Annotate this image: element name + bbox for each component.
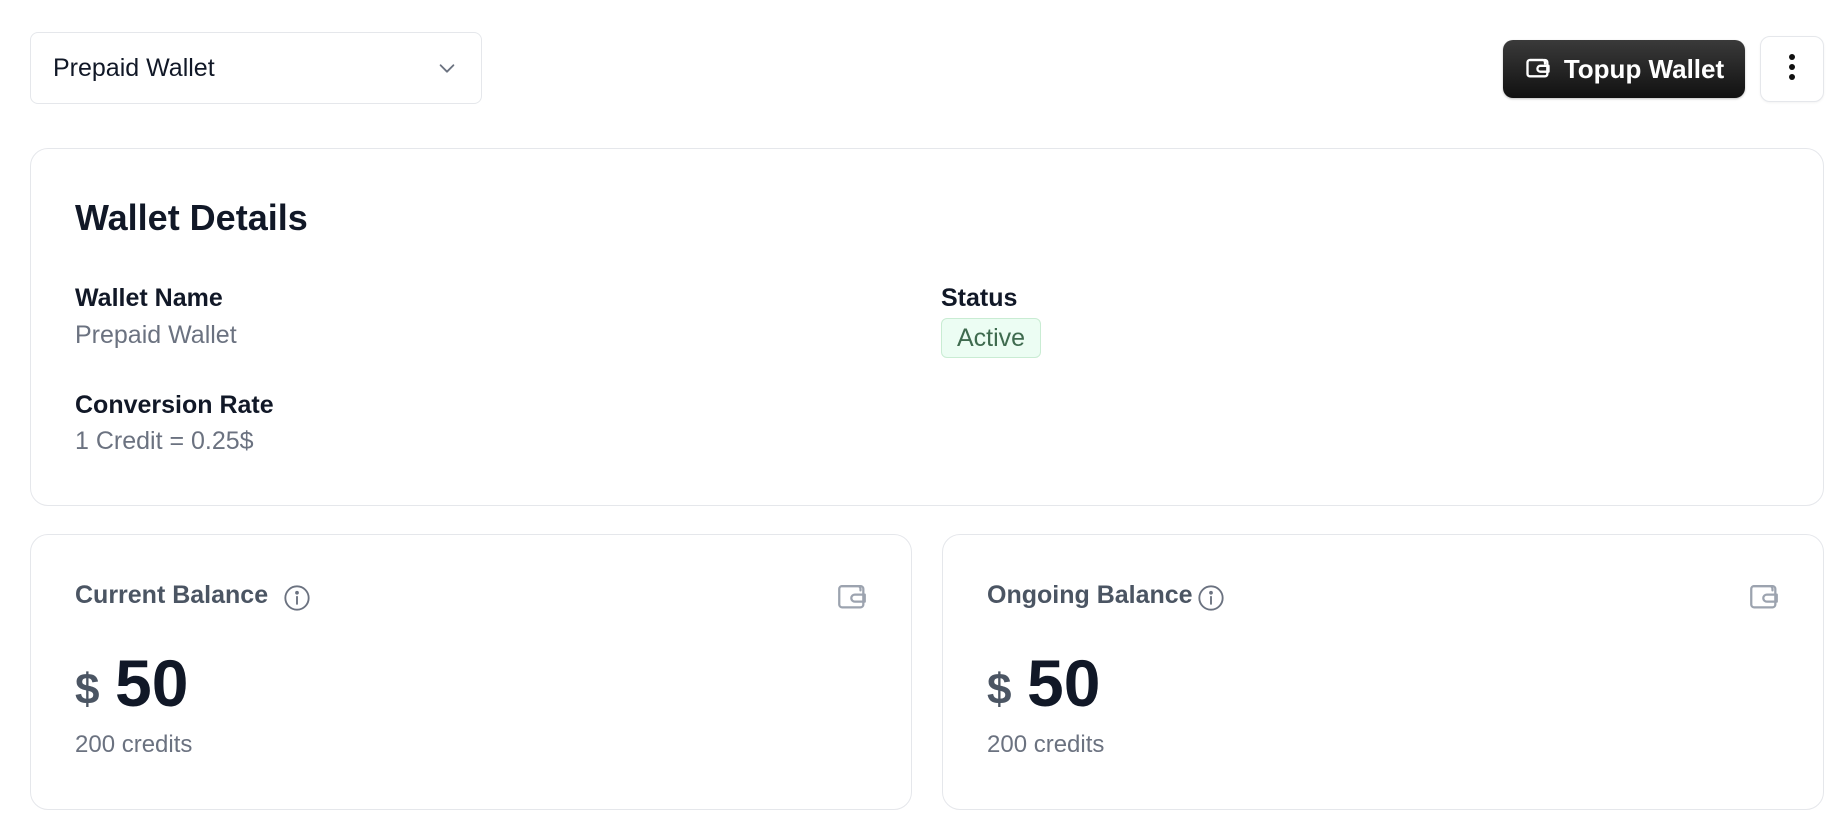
wallet-icon bbox=[1524, 53, 1552, 86]
more-options-button[interactable] bbox=[1760, 36, 1824, 102]
wallet-select-value: Prepaid Wallet bbox=[53, 53, 215, 82]
current-balance-credits: 200 credits bbox=[75, 731, 193, 758]
ongoing-balance-card: Ongoing Balance $ 50 200 credits bbox=[942, 534, 1824, 810]
currency-symbol: $ bbox=[987, 665, 1012, 714]
wallet-select-dropdown[interactable]: Prepaid Wallet bbox=[30, 32, 482, 104]
topup-wallet-label: Topup Wallet bbox=[1563, 53, 1725, 84]
wallet-name-label: Wallet Name bbox=[75, 284, 223, 312]
ongoing-balance-credits: 200 credits bbox=[987, 731, 1105, 758]
more-vertical-icon bbox=[1788, 53, 1796, 86]
current-balance-title: Current Balance bbox=[75, 581, 269, 609]
conversion-rate-value: 1 Credit = 0.25$ bbox=[75, 427, 254, 455]
wallet-name-value: Prepaid Wallet bbox=[75, 321, 237, 349]
ongoing-balance-title: Ongoing Balance bbox=[987, 581, 1193, 609]
status-badge: Active bbox=[941, 318, 1042, 358]
current-balance-card: Current Balance $ 50 200 credits bbox=[30, 534, 912, 810]
topup-wallet-button[interactable]: Topup Wallet bbox=[1503, 40, 1745, 98]
info-icon[interactable] bbox=[1197, 584, 1225, 612]
current-balance-amount: 50 bbox=[115, 646, 189, 720]
wallet-icon bbox=[1747, 579, 1781, 613]
wallet-details-card: Wallet Details Wallet Name Prepaid Walle… bbox=[30, 148, 1824, 506]
chevron-down-icon bbox=[435, 56, 459, 80]
currency-symbol: $ bbox=[75, 665, 100, 714]
wallet-details-title: Wallet Details bbox=[75, 197, 308, 238]
wallet-page: Prepaid Wallet Topup Wallet Wallet Detai… bbox=[0, 0, 1848, 836]
wallet-icon bbox=[835, 579, 869, 613]
status-label: Status bbox=[941, 284, 1018, 312]
ongoing-balance-amount: 50 bbox=[1027, 646, 1101, 720]
conversion-rate-label: Conversion Rate bbox=[75, 391, 274, 419]
info-icon[interactable] bbox=[283, 584, 311, 612]
